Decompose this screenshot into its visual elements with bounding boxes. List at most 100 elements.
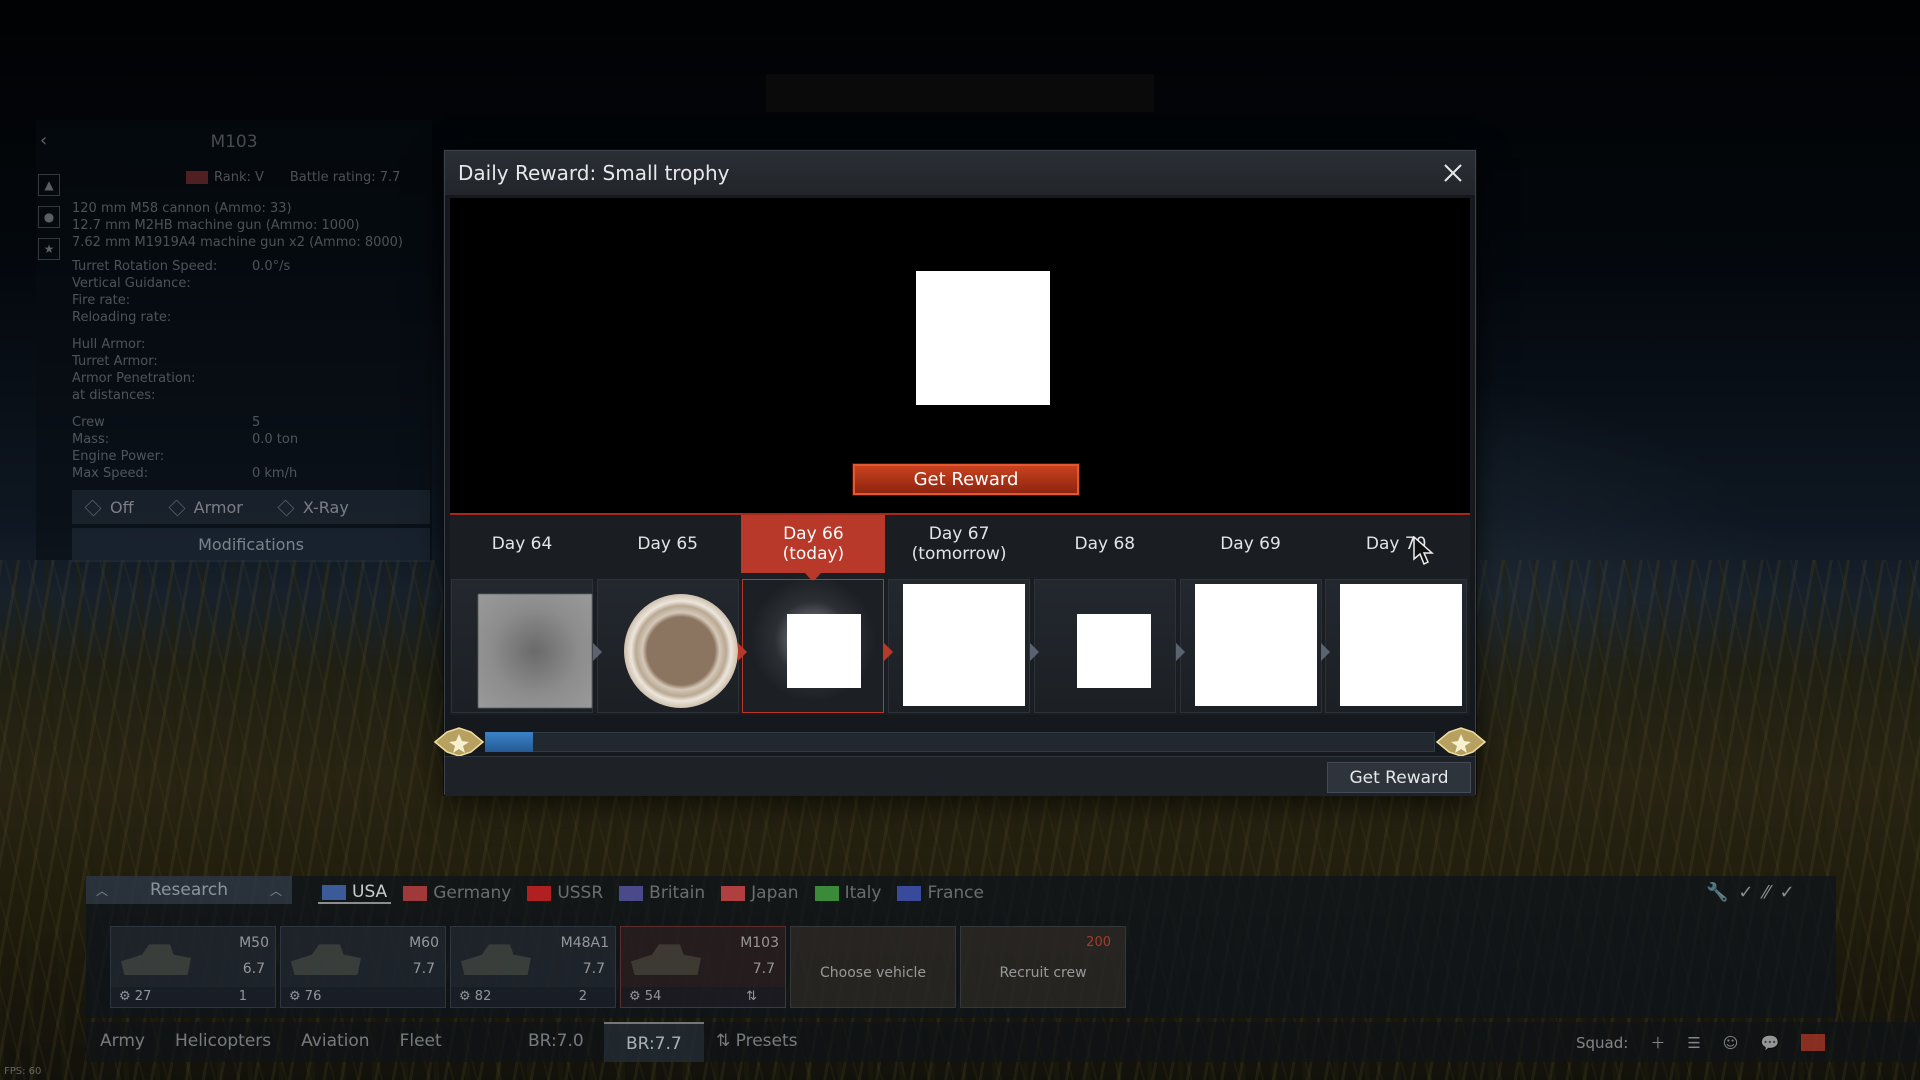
tab-aviation[interactable]: Aviation	[301, 1031, 369, 1051]
research-tools: 🔧 ✓ ⁄⁄ ✓	[1706, 882, 1795, 903]
stat-label: Engine Power:	[72, 449, 165, 464]
repair-all-icon[interactable]: ⁄⁄	[1764, 882, 1770, 903]
stat-value: 0.0 ton	[252, 432, 299, 447]
nation-tab-japan[interactable]: Japan	[717, 882, 802, 904]
get-reward-button[interactable]: Get Reward	[852, 463, 1080, 496]
slot-br: 6.7	[242, 961, 265, 977]
preset-br-7-7[interactable]: BR:7.7	[604, 1022, 704, 1062]
nation-tab-ussr[interactable]: USSR	[523, 882, 607, 904]
modifications-button[interactable]: Modifications	[72, 528, 430, 562]
recruit-crew-label: Recruit crew	[999, 965, 1087, 981]
footer-get-reward-button[interactable]: Get Reward	[1327, 762, 1471, 793]
day-column[interactable]: Day 67 (tomorrow)	[887, 515, 1031, 715]
tab-army[interactable]: Army	[100, 1031, 145, 1051]
mode-xray-button[interactable]: X-Ray	[277, 498, 349, 517]
weapon-line: 120 mm M58 cannon (Ammo: 33)	[72, 201, 292, 216]
choose-vehicle-slot[interactable]: Choose vehicle	[790, 926, 956, 1008]
reward-tile[interactable]	[1033, 579, 1176, 713]
chat-icon[interactable]: 💬	[1760, 1034, 1779, 1052]
fps-counter: FPS: 60	[4, 1066, 42, 1077]
slot-vehicle-name: M103	[740, 935, 779, 951]
day-label: Day 67 (tomorrow)	[911, 524, 1007, 564]
crew-slot[interactable]: M60 7.7 ⚙ 76	[280, 926, 446, 1008]
crew-slot[interactable]: M50 6.7 ⚙ 27 1	[110, 926, 276, 1008]
stat-row: Armor Penetration:	[72, 370, 412, 387]
mode-armor-button[interactable]: Armor	[168, 498, 243, 517]
crew-slot[interactable]: M48A1 7.7 ⚙ 82 2	[450, 926, 616, 1008]
chevron-right-icon	[1175, 643, 1185, 661]
squad-controls: Squad: ＋ ☰ ☺ 💬	[1576, 1032, 1826, 1053]
flag-icon	[527, 885, 552, 901]
slot-extra: ⇅	[746, 989, 757, 1004]
chevron-up-icon: ︿	[96, 884, 109, 898]
tank-icon	[291, 944, 361, 975]
day-column[interactable]: Day 69	[1179, 515, 1323, 715]
vehicle-rank: Rank: V	[186, 170, 264, 185]
crew-slot[interactable]: M103 7.7 ⚙ 54 ⇅	[620, 926, 786, 1008]
reward-tile[interactable]	[742, 579, 885, 713]
flag-icon	[619, 885, 644, 901]
flag-icon	[721, 885, 746, 901]
reward-tile[interactable]	[888, 579, 1031, 713]
day-label: Day 64	[491, 534, 553, 554]
day-column[interactable]: Day 65	[596, 515, 740, 715]
slot-vehicle-name: M48A1	[560, 935, 609, 951]
reward-tile[interactable]	[1179, 579, 1322, 713]
day-column[interactable]: Day 64	[450, 515, 594, 715]
slot-footer: ⚙ 54 ⇅	[621, 987, 785, 1007]
nation-label: USA	[352, 882, 388, 902]
reward-image	[623, 594, 738, 708]
dialog-header: Daily Reward: Small trophy	[445, 151, 1475, 195]
list-icon[interactable]: ☰	[1687, 1034, 1700, 1052]
vehicle-rank-row: Rank: V Battle rating: 7.7	[186, 170, 400, 185]
star-icon[interactable]: ★	[38, 238, 60, 260]
friends-icon[interactable]: ☺	[1723, 1034, 1739, 1052]
add-squad-icon[interactable]: ＋	[1650, 1032, 1665, 1053]
check-icon[interactable]: ✓	[1780, 882, 1795, 903]
crew-icon[interactable]: ●	[38, 206, 60, 228]
stat-row: Mass: 0.0 ton	[72, 431, 412, 448]
nation-tab-britain[interactable]: Britain	[615, 882, 709, 904]
recruit-crew-slot[interactable]: 200 Recruit crew	[960, 926, 1126, 1008]
mouse-cursor-icon	[1413, 536, 1434, 566]
stat-label: Mass:	[72, 432, 110, 447]
chevron-right-icon	[592, 643, 602, 661]
reward-image	[903, 584, 1026, 706]
mail-icon[interactable]	[1801, 1034, 1826, 1051]
flag-icon	[814, 885, 839, 901]
slot-br: 7.7	[582, 961, 605, 977]
cube-icon	[277, 499, 295, 517]
reward-tile[interactable]	[451, 579, 593, 713]
reward-progress	[433, 726, 1487, 757]
stat-row: Fire rate:	[72, 292, 412, 309]
tab-fleet[interactable]: Fleet	[400, 1031, 442, 1051]
stat-label: Fire rate:	[72, 293, 131, 308]
stat-label: Vertical Guidance:	[72, 276, 191, 291]
reward-tile[interactable]	[1325, 579, 1468, 713]
tab-helicopters[interactable]: Helicopters	[175, 1031, 271, 1051]
stat-label: Hull Armor:	[72, 337, 146, 352]
stat-row: Turret Rotation Speed: 0.0°/s	[72, 258, 412, 275]
presets-button[interactable]: ⇅ Presets	[716, 1031, 798, 1051]
nation-label: Britain	[649, 883, 706, 903]
cube-icon	[84, 499, 102, 517]
check-icon[interactable]: ✓	[1738, 882, 1753, 903]
day-strip: Day 64 Day 65 Day 66 (today) Day 67 (tomorr…	[450, 515, 1470, 715]
research-toggle[interactable]: ︿ Research ︿	[86, 876, 292, 904]
wrench-icon[interactable]: 🔧	[1706, 882, 1728, 903]
preset-br-7-0[interactable]: BR:7.0	[528, 1031, 584, 1051]
tank-icon[interactable]: ▲	[38, 174, 60, 196]
nation-tab-germany[interactable]: Germany	[399, 882, 515, 904]
day-column[interactable]: Day 68	[1033, 515, 1177, 715]
crew-icon: ⚙	[459, 989, 475, 1004]
close-button[interactable]	[1439, 159, 1467, 187]
day-column[interactable]: Day 70	[1324, 515, 1468, 715]
nation-tab-usa[interactable]: USA	[318, 882, 392, 904]
stat-row	[72, 326, 412, 336]
nation-tab-france[interactable]: France	[893, 882, 988, 904]
nation-tab-italy[interactable]: Italy	[811, 882, 886, 904]
reward-tile[interactable]	[596, 579, 739, 713]
day-column[interactable]: Day 66 (today)	[741, 515, 886, 715]
reward-image	[787, 614, 862, 688]
mode-off-button[interactable]: Off	[84, 498, 134, 517]
